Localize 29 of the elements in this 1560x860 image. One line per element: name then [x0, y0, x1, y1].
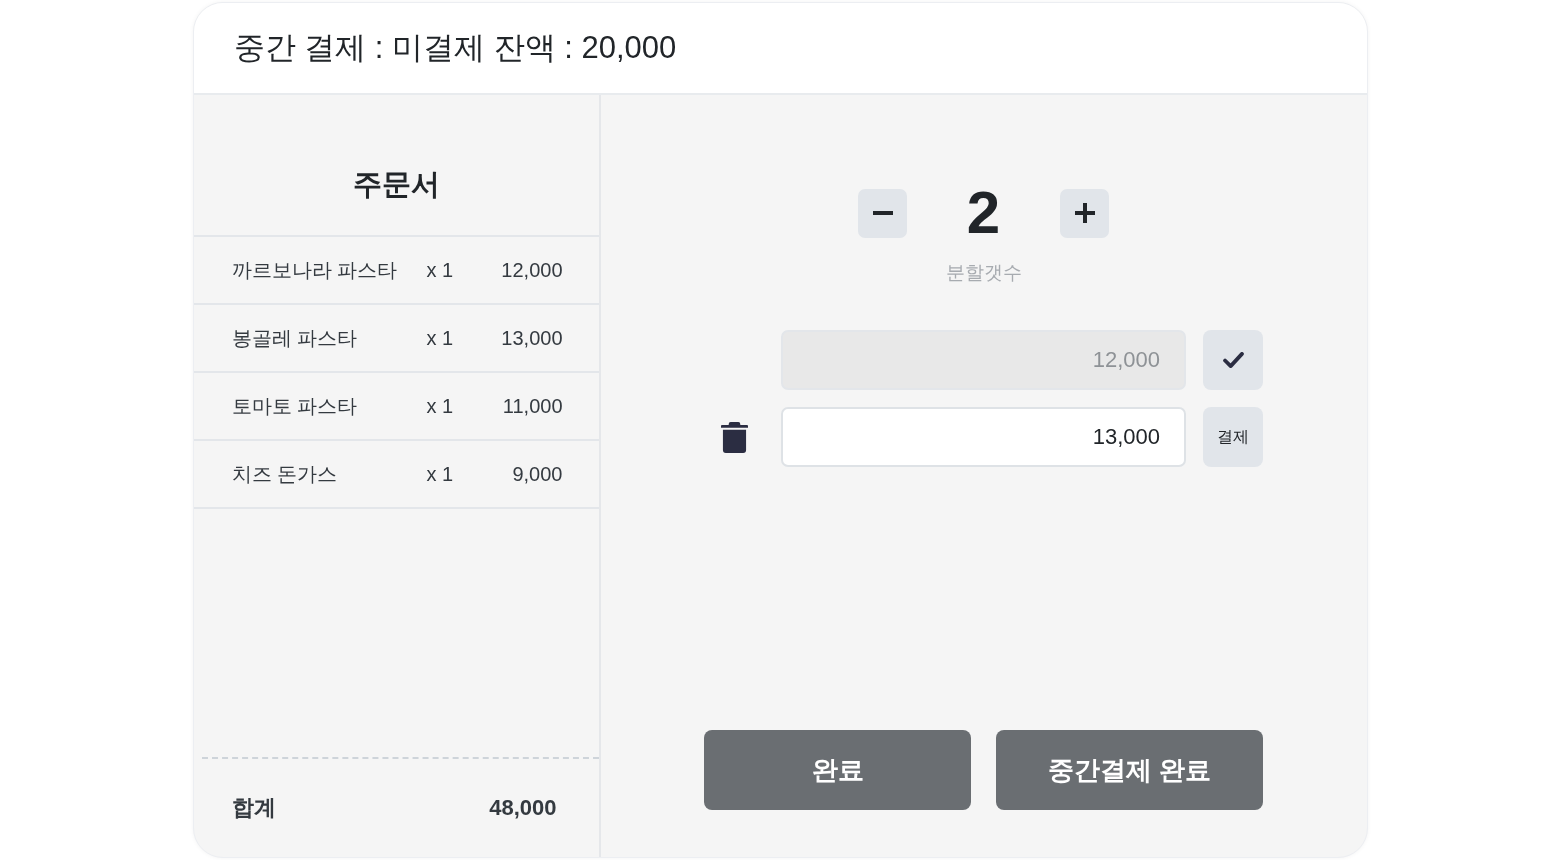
split-count: 2	[965, 183, 1002, 243]
pay-button[interactable]: 결제	[1203, 407, 1263, 467]
item-name: 까르보나라 파스타	[231, 257, 399, 283]
item-price: 9,000	[511, 462, 563, 486]
amount-input[interactable]: 13,000	[781, 407, 1186, 467]
order-title: 주문서	[352, 167, 440, 202]
check-icon	[1222, 352, 1244, 368]
decrease-button[interactable]	[858, 188, 907, 238]
item-quantity: x 1	[426, 394, 455, 418]
minus-icon	[872, 211, 893, 215]
plus-icon	[1074, 203, 1095, 223]
item-quantity: x 1	[426, 258, 455, 282]
total-amount: 48,000	[489, 795, 557, 821]
panel-title: 중간 결제 : 미결제 잔액 : 20,000	[233, 29, 677, 67]
split-count-label: 분할갯수	[945, 261, 1022, 285]
total-label: 합계	[231, 794, 276, 822]
item-price: 12,000	[500, 258, 563, 282]
item-name: 치즈 돈가스	[231, 461, 339, 487]
confirmed-button[interactable]	[1203, 330, 1263, 390]
increase-button[interactable]	[1060, 188, 1109, 238]
complete-button[interactable]: 완료	[704, 730, 971, 810]
item-name: 토마토 파스타	[231, 393, 359, 419]
item-price: 11,000	[501, 394, 563, 418]
trash-icon[interactable]	[720, 421, 748, 453]
item-quantity: x 1	[426, 326, 455, 350]
complete-button[interactable]: 중간결제 완료	[996, 730, 1263, 810]
item-name: 봉골레 파스타	[231, 325, 359, 351]
item-quantity: x 1	[426, 462, 455, 486]
item-price: 13,000	[500, 326, 563, 350]
